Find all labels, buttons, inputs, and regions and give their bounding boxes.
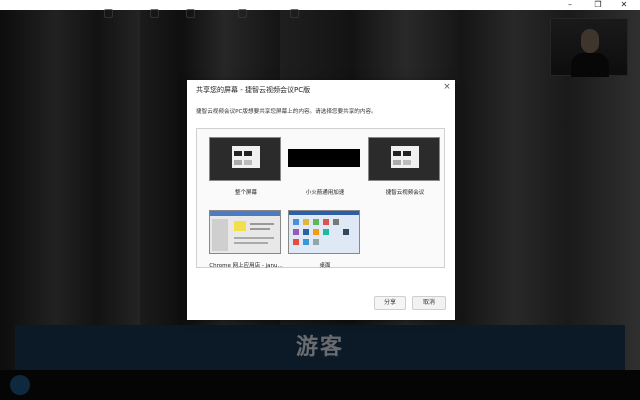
close-icon[interactable]: × [442, 82, 452, 92]
tile-label: 整个屏幕 [234, 190, 257, 196]
mini-shape [234, 151, 242, 156]
desktop-app-icon [333, 219, 339, 225]
tile-label: 桌面 [319, 263, 331, 269]
dialog-title: 共享您的屏幕 - 捷智云视频会议PC版 [196, 86, 311, 94]
minimize-button[interactable]: – [560, 0, 580, 10]
tile-label: 小火箭通用加速 [305, 190, 345, 196]
desktop-app-icon [293, 219, 299, 225]
desktop-app-icon [303, 219, 309, 225]
share-tile-desktop[interactable]: 桌面 [288, 210, 362, 269]
desktop-app-icon [303, 239, 309, 245]
share-tile-chrome[interactable]: Chrome 网上应用店 - janu... [209, 210, 283, 269]
share-source-grid: 整个屏幕 小火箭通用加速 捷智云视频会议 Chrome 网上应用店 - janu… [196, 128, 445, 269]
browser-bar [210, 211, 280, 216]
mini-shape [403, 151, 411, 156]
desktop-topbar [289, 211, 359, 215]
window-titlebar: – ❐ ✕ [0, 0, 640, 10]
share-tile-meeting-app[interactable]: 捷智云视频会议 [368, 137, 442, 196]
desktop-app-icon [293, 239, 299, 245]
browser-sidebar [212, 219, 228, 251]
desktop-app-icon [313, 239, 319, 245]
share-tile-rocket-app[interactable]: 小火箭通用加速 [288, 137, 362, 196]
desktop-app-icon [323, 219, 329, 225]
dialog-description: 捷智云视频会议PC版想要共享您屏幕上的内容。请选择您要共享的内容。 [196, 109, 377, 115]
mini-shape [234, 160, 242, 165]
mini-shape [403, 160, 411, 165]
mini-shape [244, 160, 252, 165]
browser-preview-icon [209, 210, 281, 254]
desktop-app-icon [303, 229, 309, 235]
close-window-button[interactable]: ✕ [614, 0, 634, 10]
browser-line [234, 242, 268, 244]
share-button[interactable]: 分享 [374, 296, 406, 310]
mini-shape [393, 160, 401, 165]
desktop-app-icon [323, 229, 329, 235]
share-tile-entire-screen[interactable]: 整个屏幕 [209, 137, 283, 196]
tile-label: Chrome 网上应用店 - janu... [209, 263, 283, 269]
desktop-app-icon [313, 229, 319, 235]
maximize-button[interactable]: ❐ [588, 0, 608, 10]
browser-line [250, 223, 274, 225]
app-window-preview-icon [368, 137, 440, 181]
browser-line [234, 237, 274, 239]
tile-label: 捷智云视频会议 [385, 190, 425, 196]
browser-line [250, 228, 270, 230]
desktop-preview-icon [288, 210, 360, 254]
mini-shape [244, 151, 252, 156]
desktop-app-icon [313, 219, 319, 225]
browser-card [234, 221, 246, 231]
cancel-button[interactable]: 取消 [412, 296, 446, 310]
desktop-app-icon [343, 229, 349, 235]
desktop-app-icon [293, 229, 299, 235]
monitor-preview-icon [209, 137, 281, 181]
mini-shape [393, 151, 401, 156]
share-screen-dialog: 共享您的屏幕 - 捷智云视频会议PC版 × 捷智云视频会议PC版想要共享您屏幕上… [187, 80, 455, 320]
black-window-preview-icon [288, 149, 360, 167]
